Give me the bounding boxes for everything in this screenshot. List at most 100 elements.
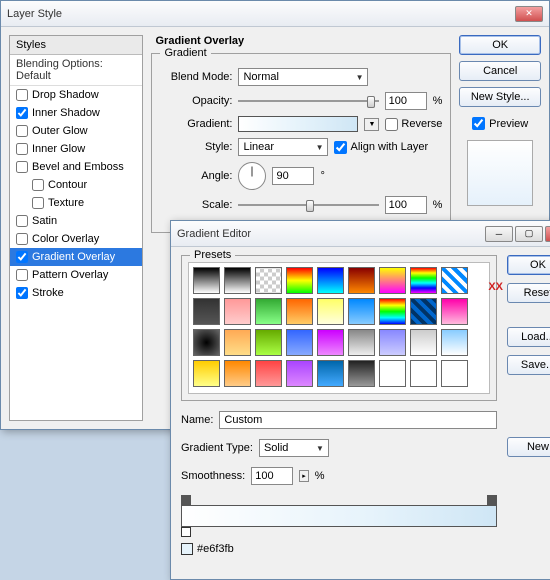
styles-item-checkbox[interactable] bbox=[16, 143, 28, 155]
reverse-checkbox[interactable]: Reverse bbox=[385, 118, 442, 131]
layer-style-titlebar[interactable]: Layer Style ✕ bbox=[1, 1, 549, 27]
opacity-stop[interactable] bbox=[181, 495, 191, 505]
preset-swatch[interactable] bbox=[286, 298, 313, 325]
styles-header[interactable]: Styles bbox=[10, 36, 142, 55]
preset-swatch[interactable] bbox=[379, 360, 406, 387]
angle-dial[interactable] bbox=[238, 162, 266, 190]
preset-swatch[interactable] bbox=[193, 298, 220, 325]
preset-swatch[interactable] bbox=[286, 329, 313, 356]
preset-swatch[interactable] bbox=[286, 360, 313, 387]
preset-swatch[interactable] bbox=[255, 360, 282, 387]
preset-swatch[interactable] bbox=[410, 360, 437, 387]
preset-swatch[interactable] bbox=[224, 360, 251, 387]
preset-swatch[interactable] bbox=[379, 267, 406, 294]
maximize-icon[interactable]: ▢ bbox=[515, 226, 543, 242]
scale-input[interactable] bbox=[385, 196, 427, 214]
styles-item-outer-glow[interactable]: Outer Glow bbox=[10, 122, 142, 140]
styles-item-stroke[interactable]: Stroke bbox=[10, 284, 142, 302]
blending-options[interactable]: Blending Options: Default bbox=[10, 55, 142, 86]
styles-item-checkbox[interactable] bbox=[16, 107, 28, 119]
opacity-label: Opacity: bbox=[160, 95, 232, 107]
chevron-right-icon[interactable]: ▸ bbox=[299, 470, 309, 482]
preset-swatch[interactable] bbox=[410, 298, 437, 325]
scale-slider[interactable] bbox=[238, 198, 378, 212]
styles-item-checkbox[interactable] bbox=[16, 89, 28, 101]
chevron-down-icon[interactable]: ▼ bbox=[364, 118, 379, 131]
preset-swatch[interactable] bbox=[224, 329, 251, 356]
preset-swatch[interactable] bbox=[441, 298, 468, 325]
ge-save-button[interactable]: Save... bbox=[507, 355, 550, 375]
styles-item-inner-glow[interactable]: Inner Glow bbox=[10, 140, 142, 158]
preset-swatch[interactable] bbox=[379, 329, 406, 356]
styles-item-satin[interactable]: Satin bbox=[10, 212, 142, 230]
preset-swatch[interactable] bbox=[255, 298, 282, 325]
gradient-editor-titlebar[interactable]: Gradient Editor ─ ▢ ✕ bbox=[171, 221, 550, 247]
styles-item-bevel-and-emboss[interactable]: Bevel and Emboss bbox=[10, 158, 142, 176]
styles-item-label: Inner Shadow bbox=[32, 107, 100, 119]
name-input[interactable] bbox=[219, 411, 497, 429]
preset-swatch[interactable] bbox=[410, 329, 437, 356]
gradient-swatch[interactable] bbox=[238, 116, 358, 132]
opacity-input[interactable] bbox=[385, 92, 427, 110]
ge-new-button[interactable]: New bbox=[507, 437, 550, 457]
styles-item-checkbox[interactable] bbox=[32, 197, 44, 209]
preset-swatch[interactable] bbox=[348, 267, 375, 294]
preset-swatch[interactable] bbox=[348, 360, 375, 387]
close-icon[interactable]: ✕ bbox=[545, 226, 550, 242]
preset-swatch[interactable] bbox=[317, 298, 344, 325]
styles-item-color-overlay[interactable]: Color Overlay bbox=[10, 230, 142, 248]
gradient-type-select[interactable]: Solid▼ bbox=[259, 439, 329, 457]
gradient-bar[interactable] bbox=[181, 505, 497, 527]
styles-item-checkbox[interactable] bbox=[16, 251, 28, 263]
presets-label: Presets bbox=[190, 249, 235, 261]
ge-ok-button[interactable]: OK bbox=[507, 255, 550, 275]
ok-button[interactable]: OK bbox=[459, 35, 541, 55]
angle-input[interactable] bbox=[272, 167, 314, 185]
new-style-button[interactable]: New Style... bbox=[459, 87, 541, 107]
preset-swatch[interactable] bbox=[193, 329, 220, 356]
styles-item-contour[interactable]: Contour bbox=[10, 176, 142, 194]
ge-reset-button[interactable]: Reset bbox=[507, 283, 550, 303]
preset-swatch[interactable] bbox=[441, 329, 468, 356]
styles-item-checkbox[interactable] bbox=[16, 161, 28, 173]
styles-item-checkbox[interactable] bbox=[32, 179, 44, 191]
preset-swatch[interactable] bbox=[317, 360, 344, 387]
styles-item-checkbox[interactable] bbox=[16, 233, 28, 245]
cancel-button[interactable]: Cancel bbox=[459, 61, 541, 81]
minimize-icon[interactable]: ─ bbox=[485, 226, 513, 242]
preset-swatch[interactable] bbox=[193, 267, 220, 294]
preset-swatch[interactable] bbox=[379, 298, 406, 325]
color-stop[interactable] bbox=[181, 527, 191, 537]
preset-swatch[interactable] bbox=[348, 329, 375, 356]
preset-swatch[interactable] bbox=[317, 329, 344, 356]
style-select[interactable]: Linear▼ bbox=[238, 138, 328, 156]
preset-swatch[interactable] bbox=[317, 267, 344, 294]
preset-swatch[interactable] bbox=[441, 360, 468, 387]
preset-swatch[interactable] bbox=[224, 267, 251, 294]
preset-swatch[interactable] bbox=[348, 298, 375, 325]
preset-swatch[interactable] bbox=[255, 329, 282, 356]
styles-item-pattern-overlay[interactable]: Pattern Overlay bbox=[10, 266, 142, 284]
styles-item-checkbox[interactable] bbox=[16, 269, 28, 281]
align-checkbox[interactable]: Align with Layer bbox=[334, 141, 428, 154]
styles-item-drop-shadow[interactable]: Drop Shadow bbox=[10, 86, 142, 104]
preset-swatch[interactable] bbox=[193, 360, 220, 387]
preset-swatch[interactable] bbox=[410, 267, 437, 294]
blendmode-select[interactable]: Normal▼ bbox=[238, 68, 368, 86]
preset-swatch[interactable] bbox=[224, 298, 251, 325]
styles-item-texture[interactable]: Texture bbox=[10, 194, 142, 212]
preview-checkbox[interactable]: Preview bbox=[459, 117, 541, 130]
smoothness-input[interactable] bbox=[251, 467, 293, 485]
styles-item-gradient-overlay[interactable]: Gradient Overlay bbox=[10, 248, 142, 266]
ge-load-button[interactable]: Load... bbox=[507, 327, 550, 347]
preset-swatch[interactable] bbox=[286, 267, 313, 294]
styles-item-checkbox[interactable] bbox=[16, 287, 28, 299]
opacity-slider[interactable] bbox=[238, 94, 378, 108]
preset-swatch[interactable] bbox=[255, 267, 282, 294]
preset-swatch[interactable] bbox=[441, 267, 468, 294]
opacity-stop[interactable] bbox=[487, 495, 497, 505]
styles-item-inner-shadow[interactable]: Inner Shadow bbox=[10, 104, 142, 122]
close-icon[interactable]: ✕ bbox=[515, 6, 543, 22]
styles-item-checkbox[interactable] bbox=[16, 215, 28, 227]
styles-item-checkbox[interactable] bbox=[16, 125, 28, 137]
